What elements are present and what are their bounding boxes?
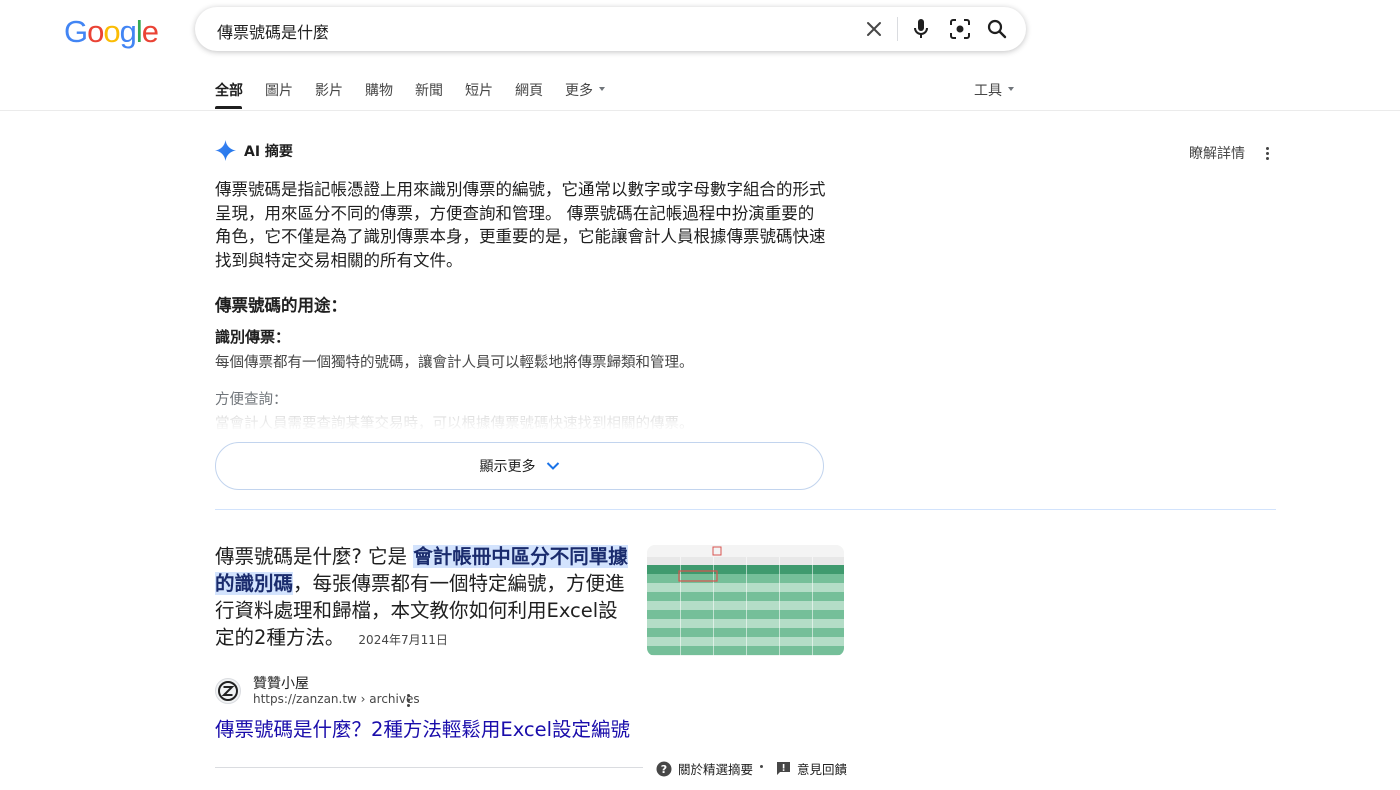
- logo-letter: G: [64, 14, 88, 49]
- tab-images[interactable]: 圖片: [265, 80, 293, 100]
- camera-lens-icon[interactable]: [948, 17, 972, 41]
- help-icon: ?: [656, 761, 672, 776]
- feedback-icon: [777, 762, 790, 775]
- ai-item-text-faded: 當會計人員需要查詢某筆交易時，可以根據傳票號碼快速找到相關的傳票。: [215, 416, 694, 432]
- more-options-icon[interactable]: [1257, 143, 1277, 163]
- logo-letter: g: [119, 14, 137, 49]
- result-options-icon[interactable]: [398, 690, 418, 710]
- logo-letter: e: [141, 14, 159, 49]
- search-divider: [897, 17, 898, 41]
- header-divider: [0, 110, 1400, 111]
- about-featured-snippets-link[interactable]: ? 關於精選摘要: [656, 759, 753, 778]
- ai-overview-title: AI 摘要: [244, 143, 293, 160]
- chevron-down-icon: [546, 462, 559, 470]
- ai-item-text: 每個傳票都有一個獨特的號碼，讓會計人員可以輕鬆地將傳票歸類和管理。: [215, 355, 694, 371]
- ai-item-title: 識別傳票：: [215, 328, 291, 346]
- ai-overview-heading: 傳票號碼的用途：: [215, 296, 347, 315]
- show-more-button[interactable]: 顯示更多: [215, 442, 824, 490]
- logo-letter: o: [103, 14, 120, 49]
- snippet-thumbnail[interactable]: [647, 545, 844, 656]
- ai-overview-paragraph: 傳票號碼是指記帳憑證上用來識別傳票的編號，它通常以數字或字母數字組合的形式呈現，…: [215, 180, 826, 270]
- clear-icon[interactable]: [862, 17, 886, 41]
- caret-down-icon: [1008, 87, 1014, 91]
- snippet-date: 2024年7月11日: [358, 633, 448, 647]
- learn-more-link[interactable]: 瞭解詳情: [1189, 143, 1245, 163]
- tab-news[interactable]: 新聞: [415, 80, 443, 100]
- search-box[interactable]: 傳票號碼是什麼: [195, 7, 1026, 51]
- google-logo[interactable]: Google: [64, 14, 159, 50]
- svg-text:?: ?: [661, 763, 667, 776]
- footer-separator: [760, 765, 763, 768]
- site-favicon-icon: [215, 678, 241, 704]
- tab-short-videos[interactable]: 短片: [465, 80, 493, 100]
- snippet-footer-divider: [215, 767, 643, 768]
- featured-snippet-text: 傳票號碼是什麼? 它是 會計帳冊中區分不同單據的識別碼，每張傳票都有一個特定編號…: [215, 545, 628, 649]
- search-input[interactable]: 傳票號碼是什麼: [217, 19, 329, 43]
- site-name: 贊贊小屋: [253, 676, 309, 692]
- section-divider: [215, 509, 1276, 510]
- result-title-link[interactable]: 傳票號碼是什麼？2種方法輕鬆用Excel設定編號: [215, 713, 630, 742]
- spreadsheet-thumbnail-image: [647, 545, 844, 656]
- tools-button[interactable]: 工具: [974, 80, 1014, 100]
- ai-overview-header: AI 摘要: [215, 140, 293, 161]
- feedback-link[interactable]: 意見回饋: [776, 759, 847, 778]
- active-tab-indicator: [215, 106, 242, 109]
- show-more-label: 顯示更多: [479, 459, 536, 475]
- tab-shopping[interactable]: 購物: [365, 80, 393, 100]
- ai-item-title: 方便查詢：: [215, 392, 288, 408]
- gemini-sparkle-icon: [215, 140, 236, 161]
- logo-letter: o: [87, 14, 104, 49]
- tab-web[interactable]: 網頁: [515, 80, 543, 100]
- microphone-icon[interactable]: [909, 17, 933, 41]
- caret-down-icon: [599, 87, 605, 91]
- site-url: https://zanzan.tw › archives: [253, 692, 420, 706]
- tab-videos[interactable]: 影片: [315, 80, 343, 100]
- tab-more[interactable]: 更多: [565, 80, 605, 100]
- tab-all[interactable]: 全部: [215, 80, 243, 100]
- search-icon[interactable]: [985, 17, 1009, 41]
